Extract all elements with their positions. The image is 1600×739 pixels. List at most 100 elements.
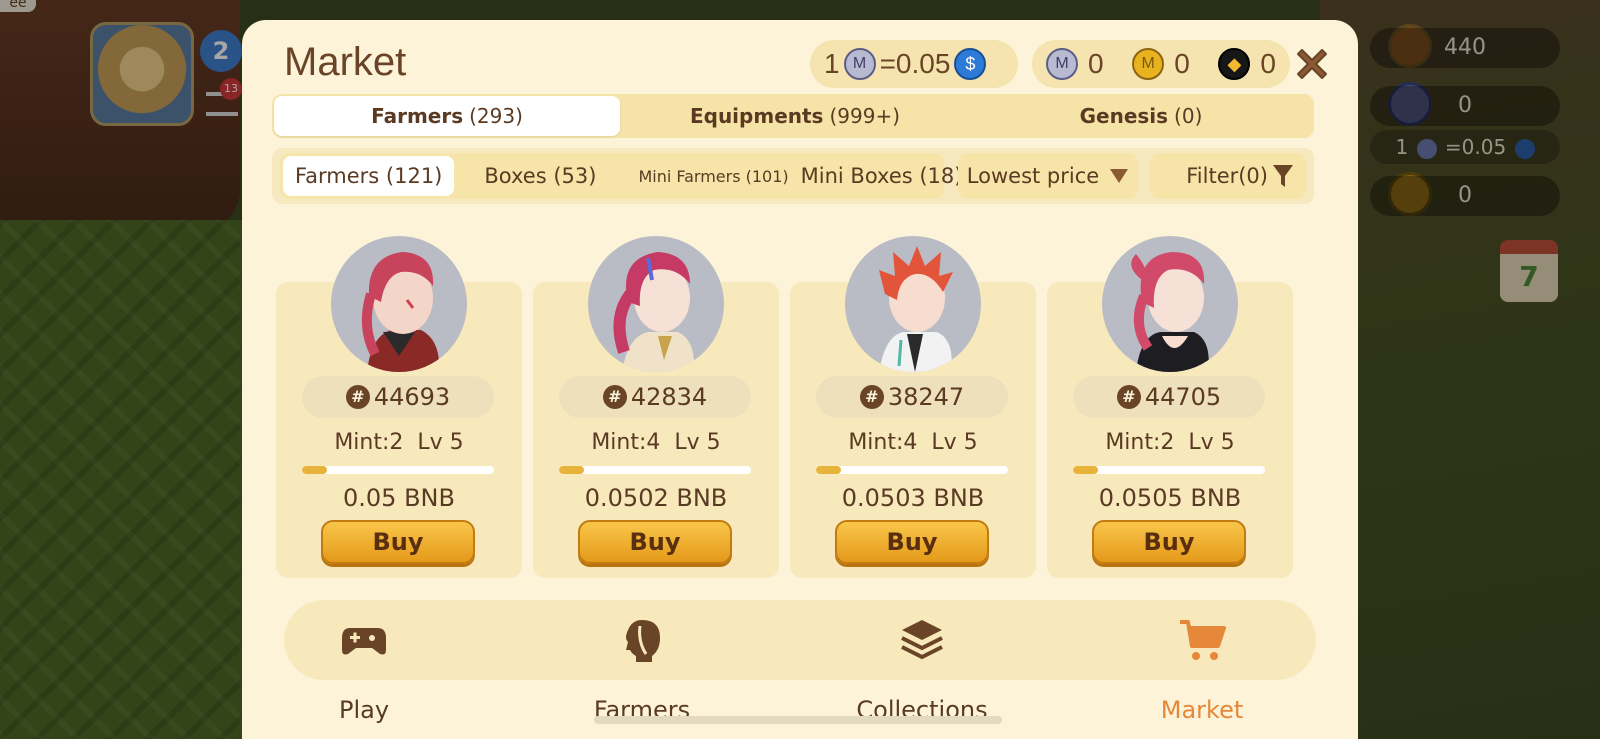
- farmer-portrait: [1102, 236, 1238, 372]
- buy-button[interactable]: Buy: [835, 520, 989, 564]
- level-progress-bar: [816, 466, 1008, 474]
- gamepad-icon: [342, 628, 386, 655]
- wallet-bnb: 0: [1212, 48, 1276, 80]
- hash-icon: #: [602, 385, 627, 409]
- subtab-boxes[interactable]: Boxes (53): [472, 164, 608, 188]
- wallet-gold-value: 0: [1174, 48, 1190, 79]
- tab-farmers-label: Farmers: [371, 104, 464, 128]
- farmer-id-value: 44693: [373, 383, 451, 411]
- nav-play[interactable]: Play: [284, 600, 444, 739]
- level: Lv 5: [931, 430, 978, 455]
- subtab-farmers[interactable]: Farmers (121): [283, 156, 455, 196]
- progress-fill: [302, 466, 327, 474]
- tab-farmers[interactable]: Farmers (293): [274, 96, 620, 136]
- hash-icon: #: [859, 385, 884, 409]
- farmer-card: # 42834 Mint:4 Lv 5 0.0502 BNB Buy: [533, 236, 779, 578]
- farmer-avatar-image: [613, 252, 695, 372]
- level: Lv 5: [674, 430, 721, 455]
- level-progress-bar: [302, 466, 494, 474]
- market-modal: Market 1 =0.05 0 0 0 Farmers (293): [242, 20, 1358, 739]
- home-indicator: [594, 716, 1002, 724]
- farmer-card: # 38247 Mint:4 Lv 5 0.0503 BNB Buy: [790, 236, 1036, 578]
- wallet-bnb-value: 0: [1260, 48, 1276, 79]
- farmer-id: # 42834: [559, 376, 751, 418]
- level: Lv 5: [1188, 430, 1235, 455]
- mint-count: Mint:4: [591, 430, 661, 455]
- price: 0.0505 BNB: [1098, 484, 1242, 512]
- tab-genesis-label: Genesis: [1079, 104, 1169, 128]
- hash-icon: #: [345, 385, 370, 409]
- mint-count: Mint:2: [1105, 430, 1175, 455]
- metal-coin-icon: [843, 48, 876, 80]
- mint-count: Mint:4: [848, 430, 918, 455]
- modal-title: Market: [284, 40, 407, 84]
- farmer-portrait: [331, 236, 467, 372]
- nav-market[interactable]: Market: [1122, 600, 1282, 739]
- farmer-avatar-image: [361, 252, 440, 372]
- buy-button[interactable]: Buy: [578, 520, 732, 564]
- farmer-card: # 44693 Mint:2 Lv 5 0.05 BNB Buy: [276, 236, 522, 578]
- farmer-id-value: 44705: [1144, 383, 1222, 411]
- hash-icon: #: [1116, 385, 1141, 409]
- exchange-rate-pill: 1 =0.05: [810, 40, 1018, 88]
- wallet-metal: 0: [1046, 48, 1104, 80]
- tab-equipments-label: Equipments: [689, 104, 824, 128]
- farmer-card: # 44705 Mint:2 Lv 5 0.0505 BNB Buy: [1047, 236, 1293, 578]
- tab-equipments-count: (999+): [829, 104, 901, 128]
- wallet-gold: 0: [1126, 48, 1190, 80]
- price: 0.0503 BNB: [841, 484, 985, 512]
- mint-level: Mint:2 Lv 5: [276, 430, 522, 455]
- filter-funnel-icon: [1273, 165, 1293, 187]
- sort-dropdown[interactable]: Lowest price: [958, 153, 1138, 199]
- price: 0.0502 BNB: [584, 484, 728, 512]
- tab-equipments[interactable]: Equipments (999+): [622, 94, 968, 138]
- farmer-id-value: 42834: [630, 383, 708, 411]
- price: 0.05 BNB: [343, 484, 455, 512]
- chevron-down-icon: [1110, 169, 1129, 183]
- farmer-id: # 44705: [1073, 376, 1265, 418]
- farmer-id: # 44693: [302, 376, 494, 418]
- cart-icon: [1180, 620, 1226, 660]
- close-button[interactable]: [1292, 44, 1332, 84]
- level: Lv 5: [417, 430, 464, 455]
- progress-fill: [1073, 466, 1098, 474]
- category-tabs: Farmers (293) Equipments (999+) Genesis …: [272, 94, 1314, 138]
- rate-left-value: 1: [824, 48, 840, 79]
- progress-fill: [816, 466, 841, 474]
- sort-label: Lowest price: [966, 164, 1100, 188]
- farmer-avatar-image: [1131, 252, 1209, 372]
- buy-button[interactable]: Buy: [1092, 520, 1246, 564]
- gold-coin-icon: [1132, 48, 1165, 80]
- mint-level: Mint:4 Lv 5: [533, 430, 779, 455]
- subtab-mini-farmers[interactable]: Mini Farmers (101): [626, 167, 800, 186]
- filter-button[interactable]: Filter(0): [1150, 153, 1306, 199]
- metal-coin-icon: [1046, 48, 1078, 80]
- level-progress-bar: [1073, 466, 1265, 474]
- tab-genesis-count: (0): [1174, 104, 1203, 128]
- layers-icon: [901, 620, 943, 660]
- buy-button[interactable]: Buy: [321, 520, 475, 564]
- rate-right-value: =0.05: [879, 48, 951, 79]
- filter-label: Filter(0): [1186, 164, 1268, 188]
- wallet-metal-value: 0: [1088, 48, 1104, 79]
- progress-fill: [559, 466, 584, 474]
- level-progress-bar: [559, 466, 751, 474]
- farmer-id-value: 38247: [887, 383, 965, 411]
- subtab-mini-boxes[interactable]: Mini Boxes (18): [801, 164, 975, 188]
- farmer-head-icon: [626, 620, 660, 662]
- farmer-portrait: [845, 236, 981, 372]
- sub-category-tabs: Farmers (121) Boxes (53) Mini Farmers (1…: [280, 153, 962, 199]
- mint-level: Mint:2 Lv 5: [1047, 430, 1293, 455]
- nav-play-label: Play: [338, 696, 390, 724]
- wallet-balances: 0 0 0: [1032, 40, 1290, 88]
- sub-filter-bar: Farmers (121) Boxes (53) Mini Farmers (1…: [272, 148, 1314, 204]
- bnb-coin-icon: [1218, 48, 1251, 80]
- tab-farmers-count: (293): [469, 104, 523, 128]
- mint-count: Mint:2: [334, 430, 404, 455]
- tab-genesis[interactable]: Genesis (0): [968, 94, 1314, 138]
- close-icon: [1297, 49, 1327, 79]
- mint-level: Mint:4 Lv 5: [790, 430, 1036, 455]
- nav-market-label: Market: [1160, 696, 1244, 724]
- farmer-id: # 38247: [816, 376, 1008, 418]
- farmer-avatar-image: [879, 246, 953, 372]
